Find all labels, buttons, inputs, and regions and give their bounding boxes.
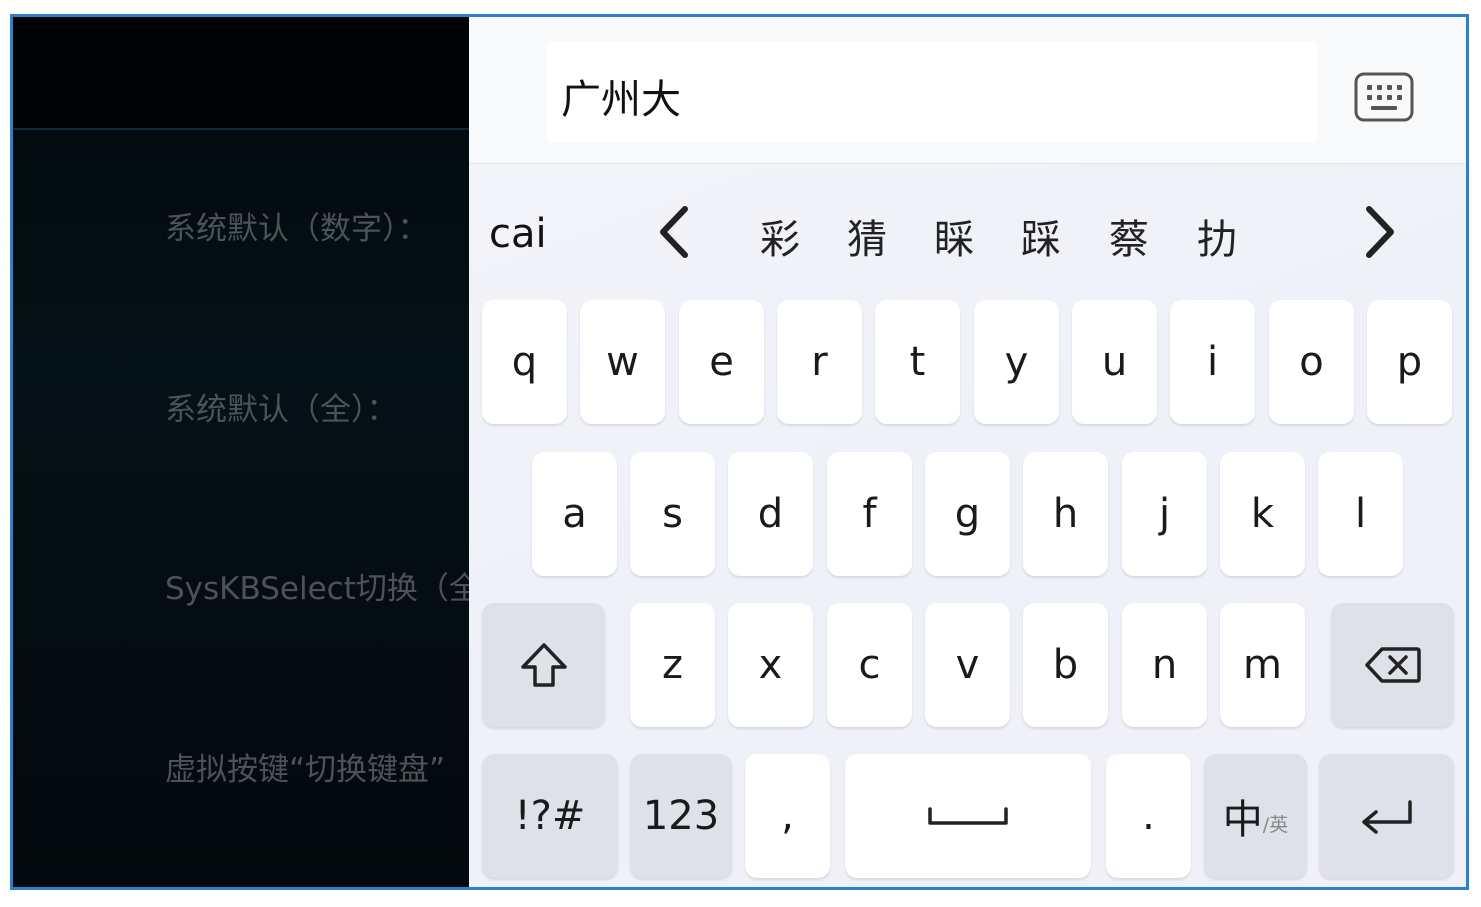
key-label: . [1142,793,1155,839]
text-input-field[interactable]: 广州大 [547,41,1317,143]
key-label: i [1206,339,1219,385]
enter-arrow-icon [1358,798,1416,834]
key-b[interactable]: b [1023,603,1108,727]
key-label: u [1101,339,1128,385]
chevron-right-icon[interactable] [1359,203,1399,261]
key-r[interactable]: r [777,300,862,424]
soft-keyboard-panel: 广州大 cai 彩 猜 睬 踩 蔡 扐 q w e r t y u i o p … [469,17,1466,887]
space-key[interactable] [845,754,1091,878]
settings-panel: 系统默认（数字）： 系统默认（全）： SysKBSelect切换（全 虚拟按键“… [13,17,469,887]
shift-arrow-icon [519,641,569,689]
key-c[interactable]: c [827,603,912,727]
key-i[interactable]: i [1170,300,1255,424]
space-bar-icon [926,805,1010,827]
candidate-4[interactable]: 踩 [1021,207,1061,265]
key-g[interactable]: g [925,452,1010,576]
keyboard-icon[interactable] [1353,71,1415,123]
key-j[interactable]: j [1122,452,1207,576]
key-s[interactable]: s [630,452,715,576]
key-label: h [1052,491,1079,537]
key-label: k [1250,491,1275,537]
key-a[interactable]: a [532,452,617,576]
key-w[interactable]: w [580,300,665,424]
key-e[interactable]: e [679,300,764,424]
key-k[interactable]: k [1220,452,1305,576]
key-p[interactable]: p [1367,300,1452,424]
key-label: p [1396,339,1423,385]
pinyin-composition: cai [489,211,547,257]
candidate-5[interactable]: 蔡 [1109,207,1149,265]
language-main-label: 中 [1222,797,1263,843]
key-u[interactable]: u [1072,300,1157,424]
key-label: c [858,642,881,688]
key-label: y [1004,339,1029,385]
candidate-bar: cai 彩 猜 睬 踩 蔡 扐 [469,163,1466,297]
key-label: v [955,642,980,688]
setting-label-syskbselect-switch: SysKBSelect切换（全 [165,571,469,607]
key-label: r [811,339,828,385]
key-label: o [1299,339,1324,385]
key-label: w [606,339,639,385]
numbers-key[interactable]: 123 [630,754,732,878]
key-label: x [758,642,783,688]
key-label: 123 [642,793,720,839]
language-sub-label: /英 [1262,813,1289,836]
key-label: s [662,491,683,537]
language-switch-key[interactable]: 中/英 [1204,754,1307,878]
key-o[interactable]: o [1269,300,1354,424]
key-label: , [781,793,794,839]
key-label: !?# [514,793,586,839]
key-h[interactable]: h [1023,452,1108,576]
key-f[interactable]: f [827,452,912,576]
key-v[interactable]: v [925,603,1010,727]
enter-key[interactable] [1319,754,1454,878]
period-key[interactable]: . [1106,754,1191,878]
key-label: q [511,339,538,385]
candidate-6[interactable]: 扐 [1197,207,1237,265]
symbols-key[interactable]: !?# [482,754,618,878]
key-m[interactable]: m [1220,603,1305,727]
key-label: j [1158,491,1171,537]
settings-header [13,17,469,130]
key-label: z [662,642,683,688]
key-y[interactable]: y [974,300,1059,424]
key-x[interactable]: x [728,603,813,727]
key-l[interactable]: l [1318,452,1403,576]
key-label: a [562,491,587,537]
key-label: g [954,491,981,537]
input-bar: 广州大 [469,17,1466,164]
key-label: e [709,339,734,385]
input-text: 广州大 [561,77,681,123]
chevron-left-icon[interactable] [655,203,695,261]
setting-label-virtual-key-switch: 虚拟按键“切换键盘” [165,752,446,788]
key-label: m [1243,642,1282,688]
key-label: n [1151,642,1178,688]
key-n[interactable]: n [1122,603,1207,727]
key-q[interactable]: q [482,300,567,424]
key-z[interactable]: z [630,603,715,727]
candidate-1[interactable]: 彩 [760,207,800,265]
candidate-2[interactable]: 猜 [847,207,887,265]
key-label: b [1052,642,1079,688]
key-label: f [862,491,877,537]
key-label: t [909,339,926,385]
candidate-3[interactable]: 睬 [934,207,974,265]
setting-label-system-default-numeric: 系统默认（数字）： [165,211,429,247]
key-d[interactable]: d [728,452,813,576]
screen-frame: 系统默认（数字）： 系统默认（全）： SysKBSelect切换（全 虚拟按键“… [10,14,1469,890]
backspace-icon [1364,645,1422,685]
key-t[interactable]: t [875,300,960,424]
key-label: l [1354,491,1367,537]
setting-label-system-default-full: 系统默认（全）： [165,392,398,428]
comma-key[interactable]: , [745,754,830,878]
shift-key[interactable] [482,603,605,727]
key-label: d [757,491,784,537]
backspace-key[interactable] [1331,603,1454,727]
